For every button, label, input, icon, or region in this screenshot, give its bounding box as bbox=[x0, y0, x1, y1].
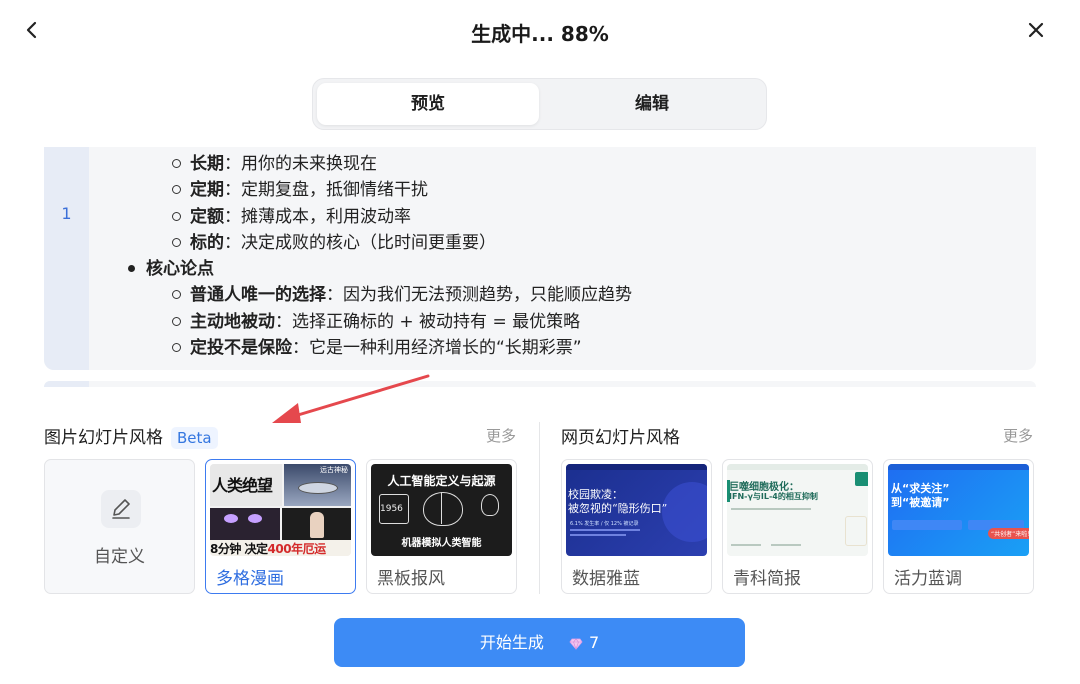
view-tabs: 预览 编辑 bbox=[312, 78, 767, 130]
outline-line-bold: 核心论点 bbox=[146, 259, 214, 280]
manga-thumb-title: 人类绝望 bbox=[212, 476, 273, 495]
manga-caption-b: 400年厄运 bbox=[267, 542, 327, 556]
slide-gutter bbox=[44, 381, 89, 387]
outline-preview[interactable]: 1 长期：用你的未来换现在 定期：定期复盘，抵御情绪干扰 定额：摊薄成本，利用波动率… bbox=[44, 147, 1036, 370]
style-card-label: 黑板报风 bbox=[377, 569, 445, 589]
outline-line-bold: 长期 bbox=[190, 154, 224, 174]
outline-line-bold: 定额 bbox=[190, 206, 224, 227]
tab-edit[interactable]: 编辑 bbox=[541, 83, 763, 125]
outline-line-bold: 定投不是保险 bbox=[190, 338, 292, 359]
style-card-label: 多格漫画 bbox=[216, 569, 284, 589]
outline-line-text: ：摊薄成本，利用波动率 bbox=[224, 206, 411, 227]
data-blue-thumb-stats: 6.1% 发生率 / 仅 12% 被记录 bbox=[570, 521, 639, 527]
data-blue-thumbnail: 校园欺凌： 被忽视的“隐形伤口” 6.1% 发生率 / 仅 12% 被记录 bbox=[566, 464, 707, 556]
style-card-label: 数据雅蓝 bbox=[572, 569, 640, 589]
outline-line-text: ：因为我们无法预测趋势，只能顺应趋势 bbox=[326, 285, 632, 306]
manga-thumb-caption: 8分钟 决定400年厄运 bbox=[210, 540, 326, 556]
image-styles-title-text: 图片幻灯片风格 bbox=[44, 428, 163, 448]
outline-line: 普通人唯一的选择：因为我们无法预测趋势，只能顺应趋势 bbox=[128, 282, 1008, 308]
style-card-label: 活力蓝调 bbox=[894, 569, 962, 589]
bullet-circle-icon bbox=[172, 343, 181, 353]
vivid-blue-thumb-title-b: 到“被邀请” bbox=[891, 496, 950, 509]
beta-badge: Beta bbox=[171, 427, 218, 449]
vivid-blue-thumb-button: “共创者”来啦！ bbox=[988, 528, 1029, 539]
outline-line: 核心论点 bbox=[128, 256, 1008, 282]
outline-line: 标的：决定成败的核心（比时间更重要） bbox=[128, 230, 1008, 256]
blackboard-thumbnail: 人工智能定义与起源 1956 机器模拟人类智能 bbox=[371, 464, 512, 556]
bullet-circle-icon bbox=[172, 290, 181, 300]
section-divider bbox=[539, 422, 540, 594]
blackboard-thumb-bottom: 机器模拟人类智能 bbox=[401, 538, 482, 549]
outline-line: 主动地被动：选择正确标的 + 被动持有 = 最优策略 bbox=[128, 309, 1008, 335]
outline-line-bold: 主动地被动 bbox=[190, 311, 275, 332]
bullet-dot-icon bbox=[128, 265, 135, 273]
start-generate-label: 开始生成 bbox=[479, 633, 544, 652]
bullet-circle-icon bbox=[172, 237, 181, 247]
manga-thumbnail: 人类绝望 远古神秘 8分钟 决定400年厄运 bbox=[210, 464, 351, 556]
slide-number: 1 bbox=[61, 204, 72, 223]
style-card-green-brief[interactable]: 巨噬细胞极化： IFN-γ与IL-4的相互抑制 青科简报 bbox=[722, 459, 873, 594]
image-styles-title: 图片幻灯片风格 Beta bbox=[44, 423, 218, 449]
next-slide-preview[interactable] bbox=[44, 381, 1036, 387]
outline-line: 定投不是保险：它是一种利用经济增长的“长期彩票” bbox=[128, 335, 1008, 361]
manga-caption-a: 8分钟 决定 bbox=[210, 542, 268, 556]
style-card-manga[interactable]: 人类绝望 远古神秘 8分钟 决定400年厄运 多格漫画 bbox=[205, 459, 356, 594]
image-styles-more-link[interactable]: 更多 bbox=[486, 425, 516, 446]
outline-line-text: ：决定成败的核心（比时间更重要） bbox=[224, 232, 496, 253]
outline-line-text: ：它是一种利用经济增长的“长期彩票” bbox=[292, 338, 582, 359]
style-card-blackboard[interactable]: 人工智能定义与起源 1956 机器模拟人类智能 黑板报风 bbox=[366, 459, 517, 594]
vivid-blue-thumbnail: 从“求关注” 到“被邀请” “共创者”来啦！ bbox=[888, 464, 1029, 556]
close-button[interactable] bbox=[1022, 16, 1050, 44]
green-brief-thumbnail: 巨噬细胞极化： IFN-γ与IL-4的相互抑制 bbox=[727, 464, 868, 556]
slide-gutter: 1 bbox=[44, 147, 89, 370]
outline-line-bold: 普通人唯一的选择 bbox=[190, 285, 326, 306]
gem-icon bbox=[569, 638, 583, 650]
bullet-circle-icon bbox=[172, 316, 181, 326]
outline-line-text: ：定期复盘，抵御情绪干扰 bbox=[224, 180, 428, 201]
outline-line: 定期：定期复盘，抵御情绪干扰 bbox=[128, 177, 1008, 203]
web-styles-more-link[interactable]: 更多 bbox=[1003, 425, 1033, 446]
tab-preview[interactable]: 预览 bbox=[317, 83, 539, 125]
outline-text: 长期：用你的未来换现在 定期：定期复盘，抵御情绪干扰 定额：摊薄成本，利用波动率 标的… bbox=[128, 151, 1008, 361]
close-icon bbox=[1028, 22, 1044, 38]
top-bar: 生成中... 88% bbox=[0, 0, 1080, 62]
start-generate-button[interactable]: 开始生成 7 bbox=[334, 618, 745, 667]
outline-line-bold: 标的 bbox=[190, 232, 224, 253]
web-styles-title: 网页幻灯片风格 bbox=[561, 428, 680, 448]
style-card-label: 青科简报 bbox=[733, 569, 801, 589]
style-card-custom[interactable]: 自定义 bbox=[44, 459, 195, 594]
page-title: 生成中... 88% bbox=[471, 22, 609, 46]
outline-line: 定额：摊薄成本，利用波动率 bbox=[128, 204, 1008, 230]
outline-line-text: ：用你的未来换现在 bbox=[224, 154, 377, 174]
bullet-circle-icon bbox=[172, 211, 181, 221]
blackboard-thumb-title: 人工智能定义与起源 bbox=[387, 474, 496, 488]
outline-line-bold: 定期 bbox=[190, 180, 224, 201]
green-brief-thumb-title-b: IFN-γ与IL-4的相互抑制 bbox=[729, 492, 818, 501]
style-card-data-blue[interactable]: 校园欺凌： 被忽视的“隐形伤口” 6.1% 发生率 / 仅 12% 被记录 数据… bbox=[561, 459, 712, 594]
outline-line-text: ：选择正确标的 + 被动持有 = 最优策略 bbox=[275, 311, 581, 332]
blackboard-thumb-year: 1956 bbox=[380, 504, 403, 514]
style-card-vivid-blue[interactable]: 从“求关注” 到“被邀请” “共创者”来啦！ 活力蓝调 bbox=[883, 459, 1034, 594]
bullet-circle-icon bbox=[172, 159, 181, 168]
generate-cost: 7 bbox=[588, 633, 600, 652]
edit-icon bbox=[101, 490, 141, 528]
bullet-circle-icon bbox=[172, 185, 181, 195]
manga-thumb-corner: 远古神秘 bbox=[320, 466, 348, 474]
data-blue-thumb-title-b: 被忽视的“隐形伤口” bbox=[568, 502, 668, 515]
outline-line: 长期：用你的未来换现在 bbox=[128, 151, 1008, 177]
annotation-arrow-icon bbox=[272, 374, 430, 423]
style-card-label: 自定义 bbox=[94, 547, 145, 567]
